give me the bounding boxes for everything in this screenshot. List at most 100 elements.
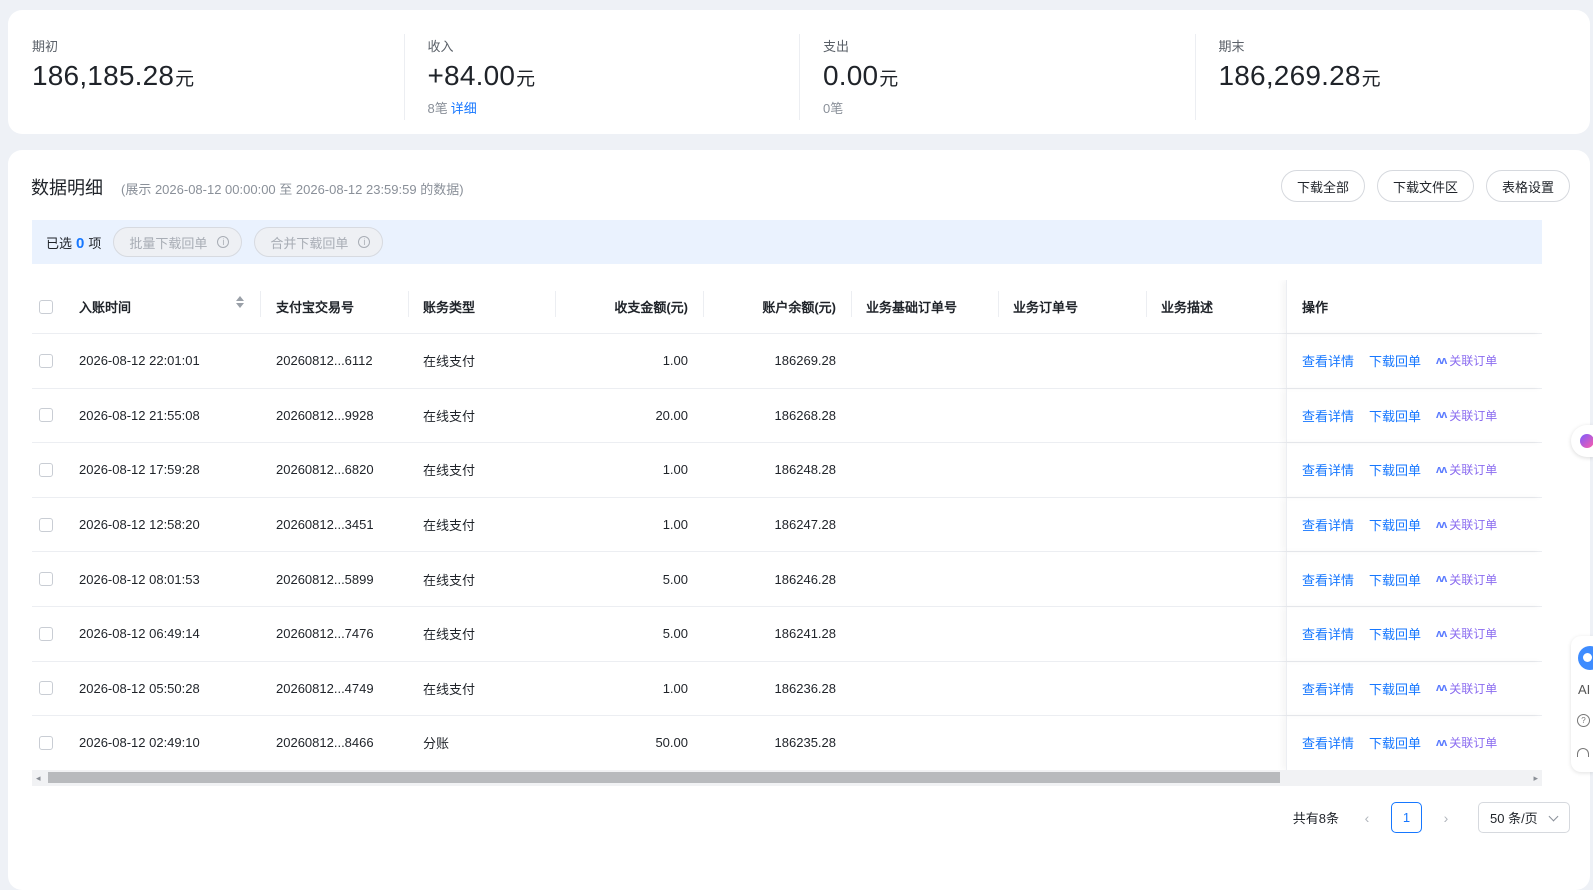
row-checkbox[interactable] bbox=[39, 626, 53, 641]
next-page-icon[interactable]: › bbox=[1436, 810, 1456, 826]
table-row: 2026-08-12 21:55:08 20260812...9928 在线支付 20… bbox=[32, 388, 1542, 444]
page-button[interactable]: 1 bbox=[1391, 802, 1422, 833]
selection-label: 已选 0 项 bbox=[46, 234, 102, 252]
headset-icon[interactable] bbox=[1577, 748, 1589, 757]
cell-balance: 186268.28 bbox=[774, 407, 836, 423]
link-order-link[interactable]: ʌʌ 关联订单 bbox=[1436, 734, 1497, 751]
selection-bar: 已选 0 项 批量下载回单 i 合并下载回单 i bbox=[32, 220, 1542, 264]
download-receipt-link[interactable]: 下载回单 bbox=[1369, 515, 1421, 534]
header-alipay-no: 支付宝交易号 bbox=[260, 291, 408, 317]
row-check-cell bbox=[32, 517, 79, 532]
cell-alipay-no: 20260812...6820 bbox=[276, 462, 374, 478]
prev-page-icon[interactable]: ‹ bbox=[1357, 810, 1377, 826]
download-receipt-link[interactable]: 下载回单 bbox=[1369, 733, 1421, 752]
cell-time: 2026-08-12 22:01:01 bbox=[79, 353, 200, 369]
robot-icon[interactable] bbox=[1578, 646, 1593, 670]
cell-type: 在线支付 bbox=[423, 354, 476, 370]
view-detail-link[interactable]: 查看详情 bbox=[1302, 460, 1354, 479]
header-base-order: 业务基础订单号 bbox=[851, 291, 998, 317]
view-detail-link[interactable]: 查看详情 bbox=[1302, 679, 1354, 698]
cell-alipay-no: 20260812...3451 bbox=[276, 517, 374, 533]
cell-balance: 186248.28 bbox=[774, 462, 836, 478]
income-detail-link[interactable]: 详细 bbox=[451, 101, 477, 116]
row-checkbox[interactable] bbox=[39, 408, 53, 423]
cell-balance: 186247.28 bbox=[774, 517, 836, 533]
sort-icon[interactable] bbox=[236, 296, 244, 308]
header-buttons: 下载全部 下载文件区 表格设置 bbox=[1280, 170, 1570, 202]
link-order-link[interactable]: ʌʌ 关联订单 bbox=[1436, 461, 1497, 478]
row-checkbox[interactable] bbox=[39, 735, 53, 750]
horizontal-scrollbar[interactable]: ◂ ▸ bbox=[32, 770, 1542, 786]
table-row: 2026-08-12 05:50:28 20260812...4749 在线支付 1.… bbox=[32, 661, 1542, 717]
row-check-cell bbox=[32, 626, 79, 641]
row-checkbox[interactable] bbox=[39, 681, 53, 696]
row-checkbox[interactable] bbox=[39, 462, 53, 477]
download-all-button[interactable]: 下载全部 bbox=[1280, 170, 1365, 202]
link-order-link[interactable]: ʌʌ 关联订单 bbox=[1436, 680, 1497, 697]
stat-value: 186,185.28元 bbox=[32, 60, 195, 91]
cell-time: 2026-08-12 12:58:20 bbox=[79, 517, 200, 533]
download-receipt-link[interactable]: 下载回单 bbox=[1369, 624, 1421, 643]
cell-amount: 1.00 bbox=[662, 517, 688, 533]
pagination: 共有8条 ‹ 1 › 50 条/页 bbox=[1293, 802, 1570, 833]
view-detail-link[interactable]: 查看详情 bbox=[1302, 570, 1354, 589]
link-order-link[interactable]: ʌʌ 关联订单 bbox=[1436, 407, 1497, 424]
cell-amount: 50.00 bbox=[655, 735, 688, 751]
selection-count: 0 bbox=[76, 234, 85, 252]
merge-download-button[interactable]: 合并下载回单 i bbox=[254, 227, 384, 257]
link-order-link[interactable]: ʌʌ 关联订单 bbox=[1436, 352, 1497, 369]
link-order-link[interactable]: ʌʌ 关联订单 bbox=[1436, 571, 1497, 588]
row-checkbox[interactable] bbox=[39, 353, 53, 368]
download-receipt-link[interactable]: 下载回单 bbox=[1369, 679, 1421, 698]
cell-time: 2026-08-12 06:49:14 bbox=[79, 626, 200, 642]
page-size-select[interactable]: 50 条/页 bbox=[1478, 802, 1570, 833]
link-order-link[interactable]: ʌʌ 关联订单 bbox=[1436, 516, 1497, 533]
stat-sub: 8笔 详细 bbox=[427, 101, 477, 116]
cell-type: 在线支付 bbox=[423, 627, 476, 643]
ai-sparkle-icon: ʌʌ bbox=[1436, 463, 1447, 476]
ai-sparkle-icon: ʌʌ bbox=[1436, 409, 1447, 422]
info-icon: i bbox=[358, 236, 371, 248]
row-check-cell bbox=[32, 462, 79, 477]
help-icon[interactable]: ? bbox=[1577, 714, 1590, 727]
table-settings-button[interactable]: 表格设置 bbox=[1485, 170, 1570, 202]
view-detail-link[interactable]: 查看详情 bbox=[1302, 733, 1354, 752]
header-op: 操作 bbox=[1286, 280, 1542, 333]
cell-actions: 查看详情 下载回单 ʌʌ 关联订单 bbox=[1286, 552, 1542, 606]
row-checkbox[interactable] bbox=[39, 572, 53, 587]
select-all-checkbox[interactable] bbox=[39, 299, 53, 314]
stat-label: 收入 bbox=[427, 39, 454, 54]
download-receipt-link[interactable]: 下载回单 bbox=[1369, 406, 1421, 425]
scroll-left-icon[interactable]: ◂ bbox=[36, 773, 41, 784]
view-detail-link[interactable]: 查看详情 bbox=[1302, 406, 1354, 425]
cell-actions: 查看详情 下载回单 ʌʌ 关联订单 bbox=[1286, 443, 1542, 497]
table-header: 入账时间 支付宝交易号 账务类型 收支金额(元) 账户余额(元) 业务基础订单号… bbox=[32, 280, 1542, 334]
download-files-button[interactable]: 下载文件区 bbox=[1376, 170, 1474, 202]
cell-actions: 查看详情 下载回单 ʌʌ 关联订单 bbox=[1286, 497, 1542, 552]
download-receipt-link[interactable]: 下载回单 bbox=[1369, 570, 1421, 589]
row-checkbox[interactable] bbox=[39, 517, 53, 532]
row-check-cell bbox=[32, 681, 79, 696]
scrollbar-thumb[interactable] bbox=[48, 772, 1280, 783]
batch-download-button[interactable]: 批量下载回单 i bbox=[113, 227, 243, 257]
link-order-link[interactable]: ʌʌ 关联订单 bbox=[1436, 625, 1497, 642]
ai-label[interactable]: AI bbox=[1578, 682, 1590, 697]
info-icon: i bbox=[217, 236, 230, 248]
cell-balance: 186236.28 bbox=[774, 680, 836, 696]
view-detail-link[interactable]: 查看详情 bbox=[1302, 624, 1354, 643]
header-type: 账务类型 bbox=[408, 291, 555, 317]
scroll-right-icon[interactable]: ▸ bbox=[1533, 773, 1538, 784]
row-check-cell bbox=[32, 408, 79, 423]
row-check-cell bbox=[32, 572, 79, 587]
header-time[interactable]: 入账时间 bbox=[79, 296, 260, 316]
cell-balance: 186246.28 bbox=[774, 571, 836, 587]
view-detail-link[interactable]: 查看详情 bbox=[1302, 351, 1354, 370]
cell-alipay-no: 20260812...9928 bbox=[276, 407, 374, 423]
download-receipt-link[interactable]: 下载回单 bbox=[1369, 460, 1421, 479]
download-receipt-link[interactable]: 下载回单 bbox=[1369, 351, 1421, 370]
view-detail-link[interactable]: 查看详情 bbox=[1302, 515, 1354, 534]
cell-amount: 1.00 bbox=[662, 353, 688, 369]
cell-time: 2026-08-12 02:49:10 bbox=[79, 735, 200, 751]
total-count: 共有8条 bbox=[1292, 811, 1339, 826]
cell-type: 在线支付 bbox=[423, 408, 476, 424]
